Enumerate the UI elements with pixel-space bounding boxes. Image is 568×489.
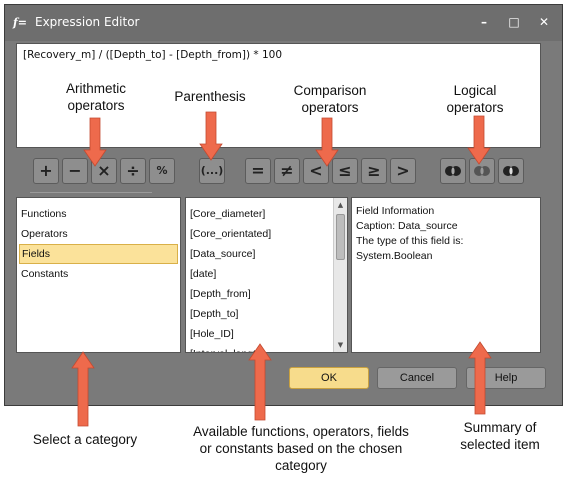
label-select-category: Select a category bbox=[32, 432, 138, 447]
label-logical: Logical operators bbox=[446, 83, 504, 115]
scroll-thumb[interactable] bbox=[336, 214, 345, 260]
divide-button[interactable]: ÷ bbox=[120, 158, 146, 184]
expression-text: [Recovery_m] / ([Depth_to] - [Depth_from… bbox=[23, 49, 283, 61]
label-arithmetic: Arithmetic operators bbox=[65, 81, 126, 113]
multiply-button[interactable]: × bbox=[91, 158, 117, 184]
list-item[interactable]: [Core_diameter] bbox=[186, 204, 347, 224]
greater-than-button[interactable]: > bbox=[390, 158, 416, 184]
label-available-items: Available functions, operators, fields or… bbox=[193, 424, 409, 473]
not-equal-button[interactable]: ≠ bbox=[274, 158, 300, 184]
equal-button[interactable]: = bbox=[245, 158, 271, 184]
and-icon bbox=[445, 166, 461, 176]
less-equal-button[interactable]: ≤ bbox=[332, 158, 358, 184]
info-type-value: System.Boolean bbox=[356, 250, 433, 262]
category-fields[interactable]: Fields bbox=[19, 244, 178, 264]
category-operators[interactable]: Operators bbox=[17, 224, 180, 244]
category-functions[interactable]: Functions bbox=[17, 204, 180, 224]
category-list[interactable]: Functions Operators Fields Constants bbox=[16, 197, 181, 353]
minus-button[interactable]: − bbox=[62, 158, 88, 184]
list-item[interactable]: [Data_source] bbox=[186, 244, 347, 264]
category-constants[interactable]: Constants bbox=[17, 264, 180, 284]
list-item[interactable]: [Depth_from] bbox=[186, 284, 347, 304]
or-button[interactable] bbox=[469, 158, 495, 184]
and-button[interactable] bbox=[440, 158, 466, 184]
list-item[interactable]: [date] bbox=[186, 264, 347, 284]
list-item[interactable]: [Interval_length] bbox=[186, 344, 347, 352]
info-caption: Caption: Data_source bbox=[356, 220, 458, 232]
maximize-button[interactable]: □ bbox=[503, 13, 525, 31]
items-scrollbar[interactable]: ▲ ▼ bbox=[333, 198, 347, 352]
scroll-down-icon[interactable]: ▼ bbox=[334, 339, 347, 351]
close-button[interactable]: ✕ bbox=[533, 13, 555, 31]
ok-button[interactable]: OK bbox=[289, 367, 369, 389]
help-button[interactable]: Help bbox=[466, 367, 546, 389]
scroll-up-icon[interactable]: ▲ bbox=[334, 199, 347, 211]
minimize-button[interactable]: – bbox=[473, 13, 495, 31]
cancel-button[interactable]: Cancel bbox=[377, 367, 457, 389]
items-list[interactable]: [Core_diameter] [Core_orientated] [Data_… bbox=[185, 197, 348, 353]
toolbar-divider bbox=[30, 192, 152, 193]
greater-equal-button[interactable]: ≥ bbox=[361, 158, 387, 184]
info-type-label: The type of this field is: bbox=[356, 235, 464, 247]
title-bar: f= Expression Editor – □ ✕ bbox=[5, 5, 562, 41]
list-item[interactable]: [Core_orientated] bbox=[186, 224, 347, 244]
label-comparison: Comparison operators bbox=[293, 83, 367, 115]
label-parenthesis: Parenthesis bbox=[174, 89, 246, 104]
window-title: Expression Editor bbox=[35, 15, 140, 29]
info-heading: Field Information bbox=[356, 205, 435, 217]
formula-icon: f= bbox=[13, 16, 27, 29]
percent-button[interactable]: % bbox=[149, 158, 175, 184]
less-than-button[interactable]: < bbox=[303, 158, 329, 184]
parenthesis-button[interactable]: (...) bbox=[199, 158, 225, 184]
list-item[interactable]: [Hole_ID] bbox=[186, 324, 347, 344]
not-icon bbox=[503, 166, 519, 176]
info-panel: Field Information Caption: Data_source T… bbox=[351, 197, 541, 353]
label-summary: Summary of selected item bbox=[460, 420, 540, 452]
plus-button[interactable]: + bbox=[33, 158, 59, 184]
or-icon bbox=[474, 166, 490, 176]
not-button[interactable] bbox=[498, 158, 524, 184]
list-item[interactable]: [Depth_to] bbox=[186, 304, 347, 324]
